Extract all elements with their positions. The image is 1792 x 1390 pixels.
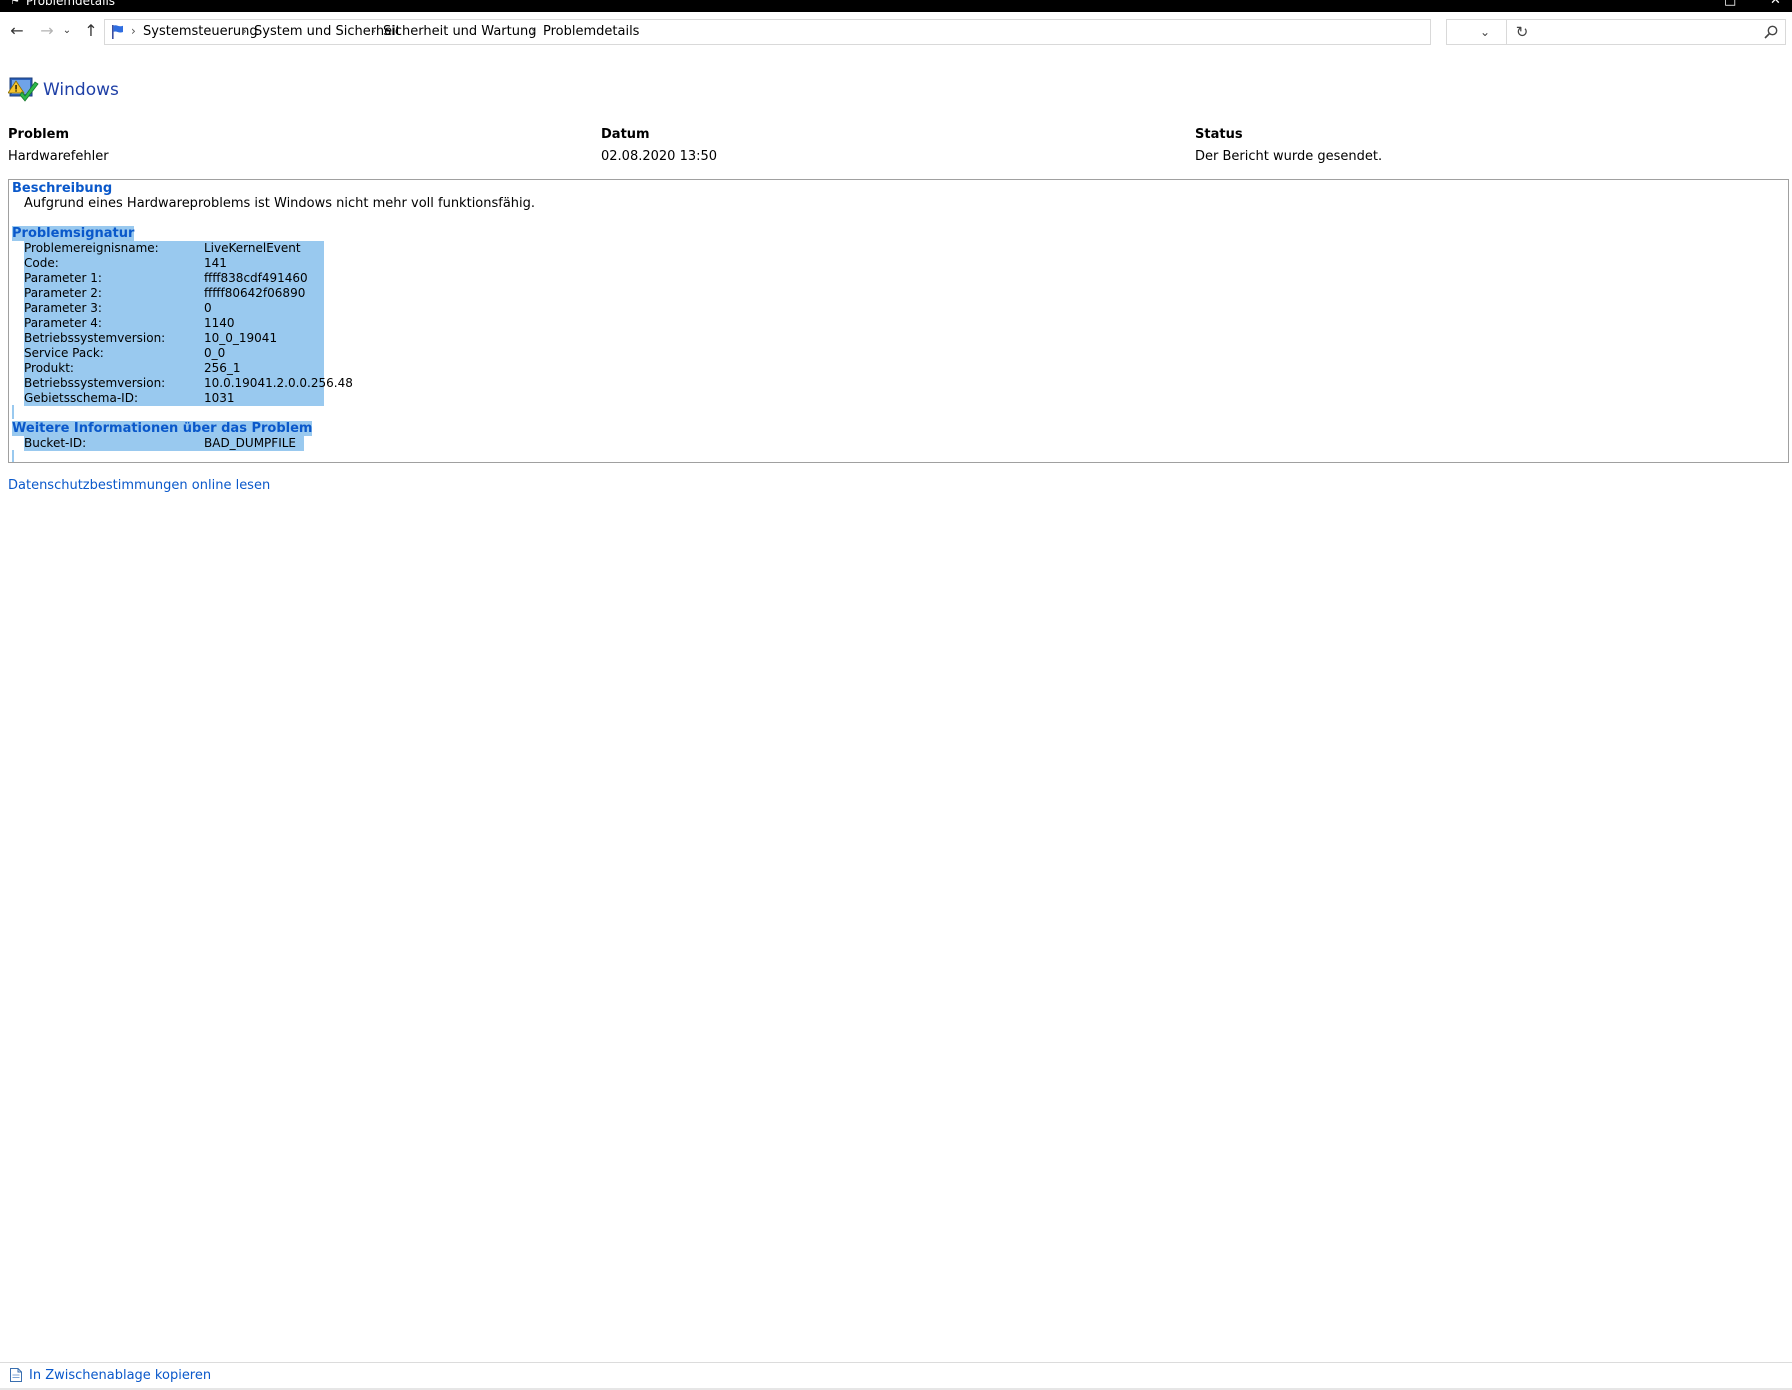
problem-details-box[interactable]: Beschreibung Aufgrund eines Hardwareprob… [8,179,1789,463]
bottom-divider [0,1362,1792,1363]
description-title: Beschreibung [12,181,113,196]
status-column-header: Status [1195,127,1243,142]
problem-value: Hardwarefehler [8,149,109,164]
breadcrumb-separator[interactable]: › [531,24,536,38]
search-icon[interactable] [1763,24,1779,40]
title-bar: ⚑ Problemdetails □ ✕ [0,0,1792,12]
problem-column-header: Problem [8,127,69,142]
back-button[interactable]: ← [6,20,28,42]
selection-caret [12,405,14,419]
breadcrumb-sicherheit-und-wartung[interactable]: Sicherheit und Wartung [383,24,536,39]
date-value: 02.08.2020 13:50 [601,149,718,164]
status-value: Der Bericht wurde gesendet. [1195,149,1383,164]
maximize-button[interactable]: □ [1724,0,1736,8]
navigation-bar: ← → ⌄ ↑ › Systemsteuerung › System und S… [0,14,1792,50]
breadcrumb-separator[interactable]: › [371,24,376,38]
flag-icon [112,25,123,39]
description-text: Aufgrund eines Hardwareproblems ist Wind… [24,196,536,211]
privacy-link[interactable]: Datenschutzbestimmungen online lesen [8,478,270,493]
breadcrumb-separator: › [131,24,136,38]
forward-button[interactable]: → [36,20,58,42]
close-button[interactable]: ✕ [1770,0,1781,8]
selection-caret [12,450,14,462]
breadcrumb-problemdetails[interactable]: Problemdetails [543,24,639,39]
recent-locations-button[interactable]: ⌄ [60,20,74,42]
copy-to-clipboard-link[interactable]: In Zwischenablage kopieren [29,1368,211,1383]
breadcrumb-system-und-sicherheit[interactable]: System und Sicherheit [254,24,401,39]
clipboard-icon[interactable] [9,1367,23,1383]
date-column-header: Datum [601,127,650,142]
up-button[interactable]: ↑ [80,20,102,42]
window-title: Problemdetails [26,0,116,8]
window-icon: ⚑ [10,0,20,7]
more-info-title: Weitere Informationen über das Problem [12,421,313,436]
breadcrumb-separator[interactable]: › [242,24,247,38]
signature-title: Problemsignatur [12,226,135,241]
search-input[interactable] [1446,19,1786,45]
breadcrumb-systemsteuerung[interactable]: Systemsteuerung [143,24,258,39]
security-maintenance-icon [8,77,39,102]
address-bar[interactable]: › Systemsteuerung › System und Sicherhei… [104,19,1528,45]
page-title: Windows [43,80,119,100]
